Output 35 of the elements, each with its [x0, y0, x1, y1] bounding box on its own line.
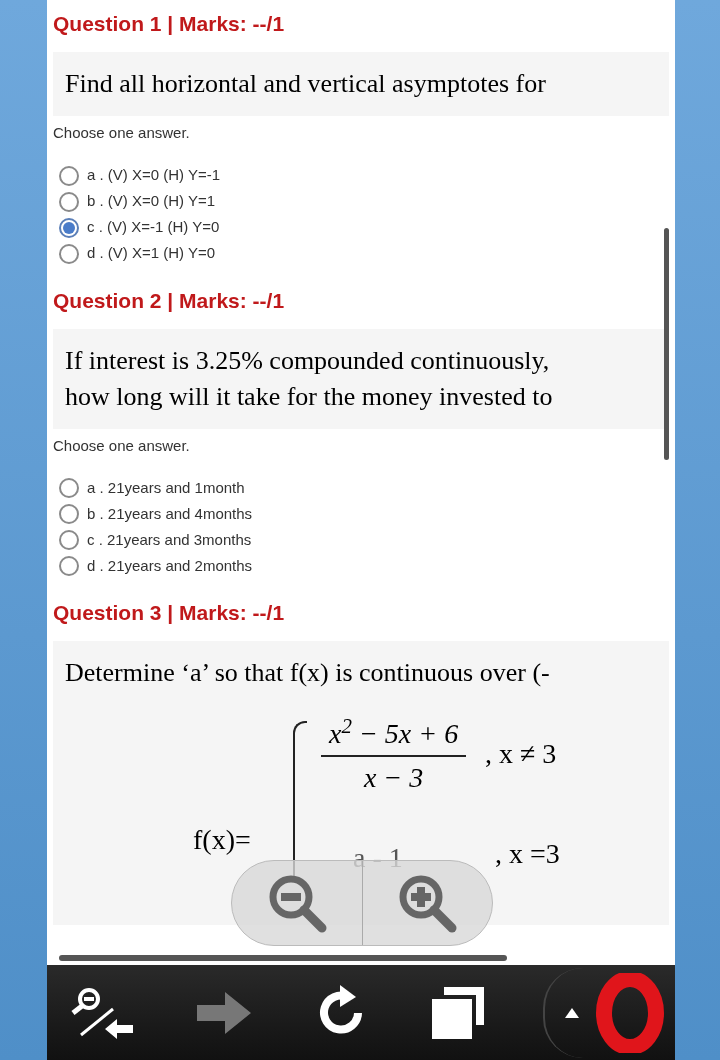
question-header: Question 1 | Marks: --/1 [52, 11, 286, 38]
answer-option[interactable]: b . 21years and 4months [87, 502, 253, 526]
formula-text: x − 3 [363, 761, 424, 795]
formula-text: , x =3 [495, 837, 560, 871]
horizontal-scrollbar[interactable] [59, 955, 507, 961]
answer-option[interactable]: a . (V) X=0 (H) Y=-1 [87, 164, 221, 187]
radio-button[interactable] [59, 478, 79, 498]
question-header: Question 2 | Marks: --/1 [52, 287, 286, 314]
tabs-icon[interactable] [429, 984, 486, 1041]
question-text: Find all horizontal and vertical asymptotes for [65, 68, 546, 100]
radio-button[interactable] [59, 191, 79, 212]
answer-option[interactable]: b . (V) X=0 (H) Y=1 [87, 190, 216, 213]
opera-logo-icon[interactable] [595, 972, 665, 1053]
question-text: If interest is 3.25% compounded continuously, [65, 344, 550, 377]
answer-option[interactable]: c . 21years and 3months [87, 528, 252, 552]
radio-button[interactable] [59, 556, 79, 576]
answer-option[interactable]: c . (V) X=-1 (H) Y=0 [87, 216, 220, 239]
instruction-text: Choose one answer. [52, 435, 191, 456]
answer-option[interactable]: d . (V) X=1 (H) Y=0 [87, 242, 216, 265]
formula-text: x$^{2}$ − 5x + 6 [321, 713, 467, 757]
vertical-scrollbar[interactable] [664, 228, 669, 460]
answer-option[interactable]: a . 21years and 1month [87, 476, 245, 500]
question-header: Question 3 | Marks: --/1 [52, 600, 286, 627]
question-text: Determine ‘a’ so that f(x) is continuous over (- [65, 657, 550, 689]
caret-up-icon[interactable] [565, 1007, 579, 1018]
question-text: how long will it take for the money invested to [65, 380, 553, 413]
radio-button[interactable] [59, 217, 79, 238]
formula-text: , x ≠ 3 [485, 737, 557, 771]
radio-button[interactable] [59, 243, 79, 264]
answer-option[interactable]: d . 21years and 2months [87, 554, 253, 578]
radio-button[interactable] [59, 504, 79, 524]
instruction-text: Choose one answer. [52, 123, 191, 143]
radio-button[interactable] [59, 165, 79, 186]
formula-text: f(x)= [193, 823, 251, 857]
radio-button[interactable] [59, 530, 79, 550]
